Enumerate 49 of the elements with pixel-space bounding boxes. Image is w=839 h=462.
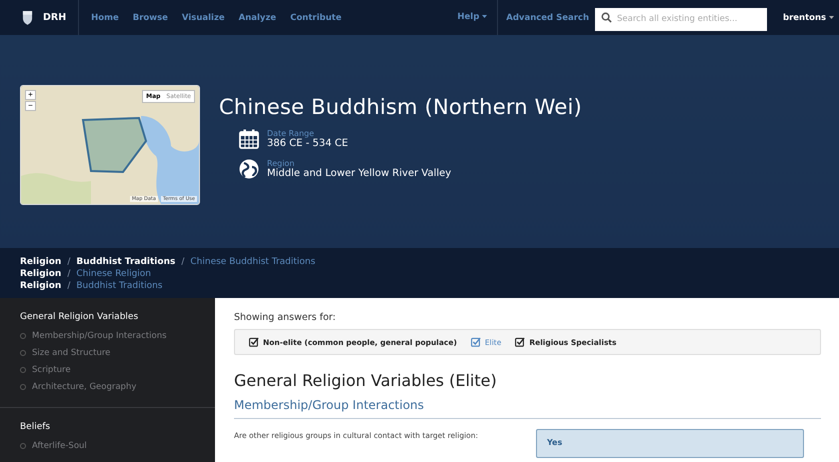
- nav-link[interactable]: Analyze: [238, 12, 276, 22]
- checked-box-icon: [249, 337, 259, 347]
- breadcrumb-link[interactable]: Buddhist Traditions: [76, 256, 176, 268]
- answer-box: Yes: [536, 429, 804, 458]
- sidebar-item[interactable]: Architecture, Geography: [32, 382, 136, 392]
- sidebar-item[interactable]: Scripture: [32, 364, 71, 374]
- breadcrumb-link[interactable]: Religion: [20, 280, 62, 292]
- breadcrumb-link[interactable]: Chinese Religion: [76, 268, 152, 280]
- breadcrumb-link[interactable]: Chinese Buddhist Traditions: [190, 256, 316, 268]
- calendar-icon: [239, 129, 259, 149]
- caret-icon: [829, 16, 834, 19]
- fact-label: Date Range: [267, 129, 316, 138]
- section-heading: General Religion Variables (Elite): [234, 371, 498, 390]
- sidebar-item[interactable]: Membership/Group Interactions: [32, 330, 167, 340]
- zoom-out-button[interactable]: −: [25, 101, 36, 111]
- bullet-icon: [20, 442, 26, 448]
- user-menu[interactable]: brentons: [767, 12, 839, 22]
- caret-icon: [482, 15, 488, 18]
- bullet-icon: [20, 332, 26, 338]
- bullet-icon: [20, 384, 26, 390]
- sidebar-item[interactable]: Size and Structure: [32, 348, 110, 358]
- shield-logo-icon[interactable]: [22, 10, 33, 25]
- breadcrumb-separator: /: [67, 280, 70, 292]
- breadcrumb-separator: /: [67, 268, 70, 280]
- subsection-heading: Membership/Group Interactions: [234, 398, 821, 419]
- nav-link[interactable]: Home: [91, 12, 119, 22]
- bullet-icon: [20, 366, 26, 372]
- search-field[interactable]: Search all existing entities...: [595, 8, 767, 30]
- nav-link[interactable]: Contribute: [290, 12, 342, 22]
- breadcrumb-link[interactable]: Religion: [20, 268, 62, 280]
- advanced-search-link[interactable]: Advanced Search: [506, 12, 589, 22]
- bullet-icon: [20, 350, 26, 356]
- fact-label: Region: [267, 159, 296, 168]
- fact-value: Middle and Lower Yellow River Valley: [267, 168, 452, 179]
- zoom-in-button[interactable]: +: [25, 90, 36, 100]
- sidebar-section-link[interactable]: Beliefs: [20, 422, 195, 432]
- checked-box-icon: [515, 337, 526, 347]
- breadcrumb-separator: /: [181, 256, 184, 268]
- breadcrumb-separator: /: [67, 256, 70, 268]
- breadcrumb-link[interactable]: Buddhist Traditions: [76, 280, 162, 292]
- page-title: Chinese Buddhism (Northern Wei): [219, 95, 582, 119]
- checked-box-icon: [470, 337, 481, 347]
- breadcrumb-link[interactable]: Religion: [20, 256, 62, 268]
- nav-link[interactable]: Browse: [132, 12, 168, 22]
- sidebar-section-link[interactable]: General Religion Variables: [20, 312, 195, 322]
- nav-link[interactable]: Visualize: [182, 12, 225, 22]
- fact-value: 386 CE - 534 CE: [267, 138, 348, 149]
- sidebar-item[interactable]: Afterlife-Soul: [32, 440, 87, 450]
- showing-label: Showing answers for:: [234, 312, 337, 323]
